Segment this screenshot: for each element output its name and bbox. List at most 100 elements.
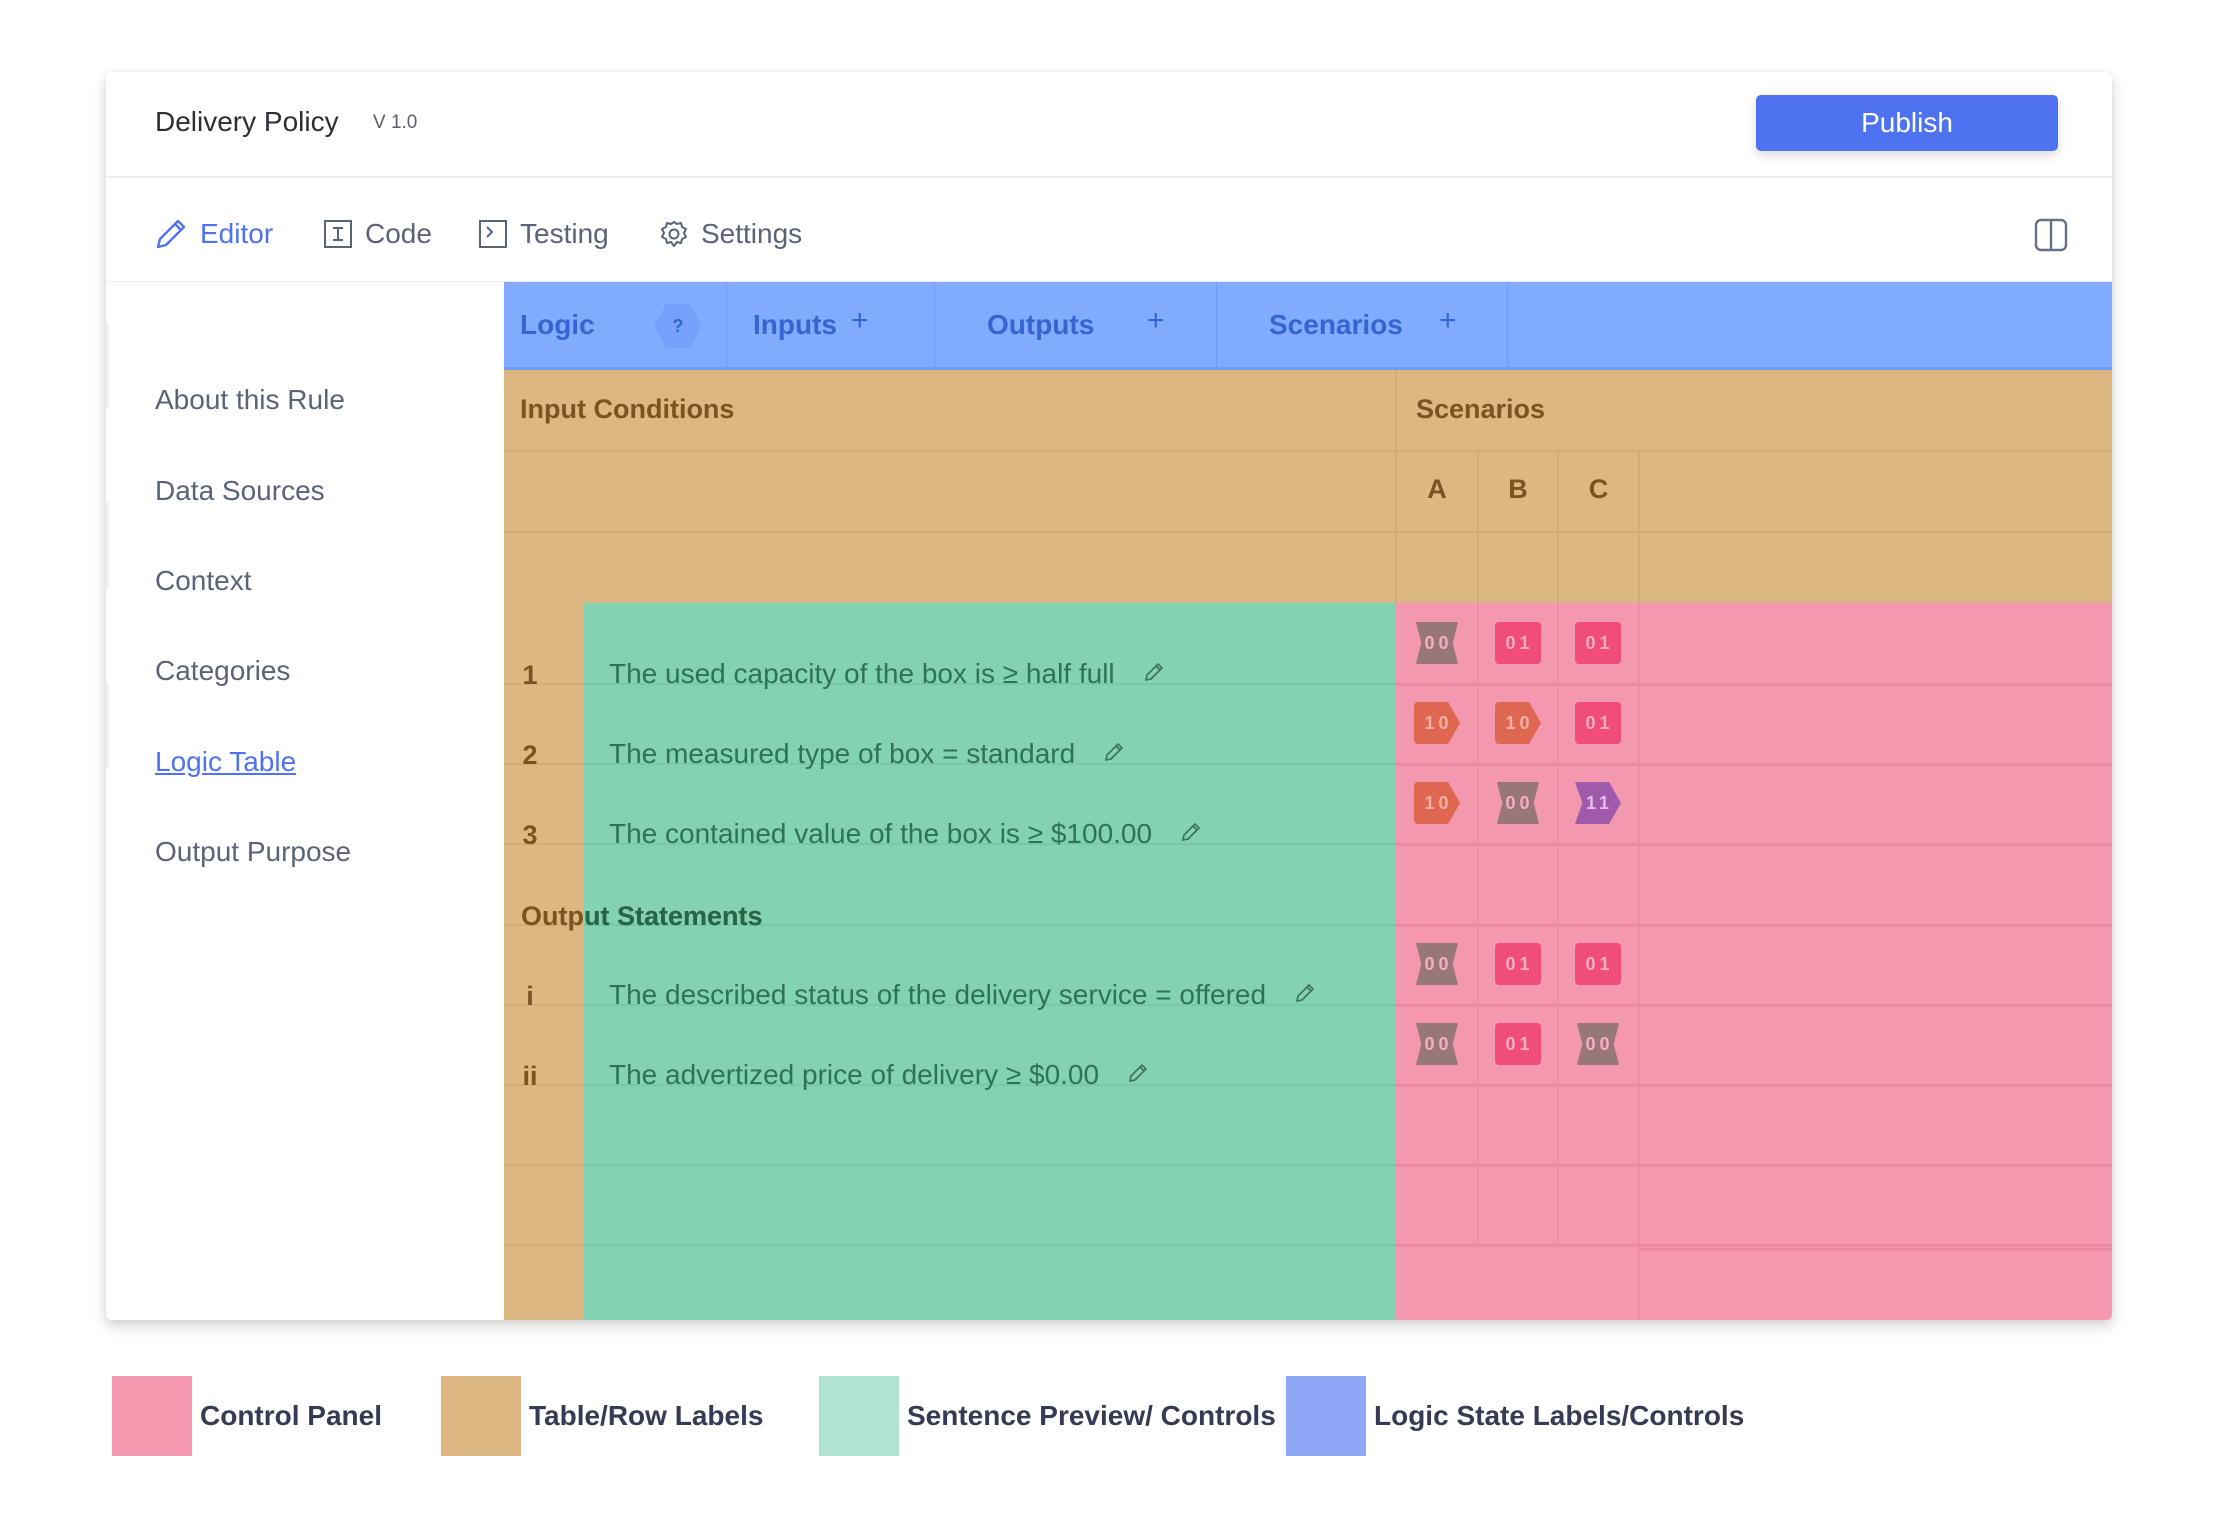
sentence-text: The used capacity of the box is ≥ half f… [609,658,1115,689]
row-divider [584,1164,1396,1166]
logic-state-bar: Logic ? Inputs + Outputs + Scenarios + [504,282,2112,370]
scenario-column-c[interactable]: C [1558,474,1639,505]
edit-pencil-icon[interactable] [1103,738,1125,770]
scenario-column-a[interactable]: A [1396,474,1478,505]
header: Delivery Policy V 1.0 Publish [106,72,2112,178]
sidebar-item-categories[interactable]: Categories [155,651,290,691]
outputs-label: Outputs [987,308,1095,340]
row-divider [1396,843,2112,846]
column-divider [1557,603,1559,1248]
row-number: 1 [522,660,538,690]
row-divider [1396,763,2112,766]
logic-label: Logic [520,308,595,340]
inputs-cell: Inputs + [727,282,935,367]
row-divider [1396,1164,2112,1167]
sentence-text: The contained value of the box is ≥ $100… [609,818,1153,849]
legend-swatch [441,1376,521,1456]
state-01-badge[interactable]: 01 [1575,622,1621,664]
editor-tabs: Editor Code Testing Settings [106,178,2112,282]
scenario-column-b[interactable]: B [1478,474,1558,505]
row-label-column [504,603,584,1320]
gear-icon [659,219,689,249]
logic-cell: Logic ? [504,282,727,367]
tab-label: Editor [200,218,274,249]
edit-pencil-icon[interactable] [1294,979,1316,1011]
tab-label: Testing [520,218,609,249]
row-number: i [526,981,534,1011]
row-divider [584,1244,1396,1246]
sidebar-item-data-sources[interactable]: Data Sources [155,471,325,511]
scenarios-label: Scenarios [1269,308,1403,340]
state-01-badge[interactable]: 01 [1495,1023,1541,1065]
state-01-badge[interactable]: 01 [1575,702,1621,744]
tab-code[interactable]: Code [323,214,432,254]
sidebar: About this Rule Data Sources Context Cat… [106,282,504,1320]
rule-title: Delivery Policy [155,106,339,137]
edit-pencil-icon[interactable] [1143,658,1165,690]
scenario-columns-row: A B C [504,452,2112,533]
state-01-badge[interactable]: 01 [1495,943,1541,985]
sidebar-divider [106,322,109,408]
input-sentence[interactable]: The measured type of box = standard [609,738,1125,770]
input-conditions-label: Input Conditions [520,394,735,424]
column-divider [1395,370,1397,603]
sentence-text: The measured type of box = standard [609,738,1076,769]
row-divider [1396,683,2112,686]
row-divider [1396,1084,2112,1087]
legend-swatch [819,1376,899,1456]
sidebar-item-logic-table[interactable]: Logic Table [155,742,296,782]
add-scenario-button[interactable]: + [1439,304,1457,338]
publish-button[interactable]: Publish [1756,95,2058,151]
tab-label: Settings [701,218,803,249]
add-input-button[interactable]: + [851,304,869,338]
state-01-badge[interactable]: 01 [1575,943,1621,985]
sidebar-divider [106,682,109,768]
help-icon[interactable]: ? [654,304,702,348]
row-divider [504,1244,584,1246]
output-sentence[interactable]: The described status of the delivery ser… [609,979,1316,1011]
legend-item-sentence-preview: Sentence Preview/ Controls [819,1376,1276,1456]
row-number: 3 [522,820,538,850]
tab-testing[interactable]: Testing [478,214,609,254]
row-divider [1396,1244,2112,1247]
column-divider [1638,452,1640,603]
input-sentence[interactable]: The contained value of the box is ≥ $100… [609,818,1202,850]
outputs-cell: Outputs + [935,282,1217,367]
row-divider [1396,924,2112,927]
column-divider [1638,603,1640,1320]
code-cursor-icon [323,219,353,249]
row-divider [1396,1004,2112,1007]
legend-swatch [112,1376,192,1456]
logic-table: Logic ? Inputs + Outputs + Scenarios + I… [504,282,2112,1320]
pencil-icon [154,217,188,251]
add-output-button[interactable]: + [1147,304,1165,338]
legend-item-logic-state: Logic State Labels/Controls [1286,1376,1744,1456]
sidebar-item-about-this-rule[interactable]: About this Rule [155,380,345,420]
tab-settings[interactable]: Settings [659,214,802,254]
scenarios-cell: Scenarios + [1217,282,1508,367]
section-header-row: Input Conditions Scenarios [504,370,2112,452]
scenarios-header-label: Scenarios [1416,394,1546,424]
input-sentence[interactable]: The used capacity of the box is ≥ half f… [609,658,1165,690]
column-divider [1477,603,1479,1248]
terminal-icon [478,219,508,249]
legend-item-table-row-labels: Table/Row Labels [441,1376,763,1456]
state-01-badge[interactable]: 01 [1495,622,1541,664]
row-number: ii [522,1061,538,1091]
legend-label: Control Panel [200,1400,383,1431]
output-statements-label-overlay: Output Statements [584,901,784,937]
inputs-label: Inputs [753,308,837,340]
row-divider [504,1164,584,1166]
edit-pencil-icon[interactable] [1180,818,1202,850]
sidebar-item-output-purpose[interactable]: Output Purpose [155,832,351,872]
row-divider [1639,1248,2112,1251]
split-panel-icon[interactable] [2034,218,2068,257]
sentence-preview-column [584,603,1396,1320]
output-sentence[interactable]: The advertized price of delivery ≥ $0.00 [609,1059,1149,1091]
tab-editor[interactable]: Editor [154,214,273,254]
sidebar-item-context[interactable]: Context [155,561,252,601]
column-divider [1477,452,1479,603]
edit-pencil-icon[interactable] [1127,1059,1149,1091]
version-label: V 1.0 [373,112,418,133]
sentence-text: The advertized price of delivery ≥ $0.00 [609,1059,1100,1090]
